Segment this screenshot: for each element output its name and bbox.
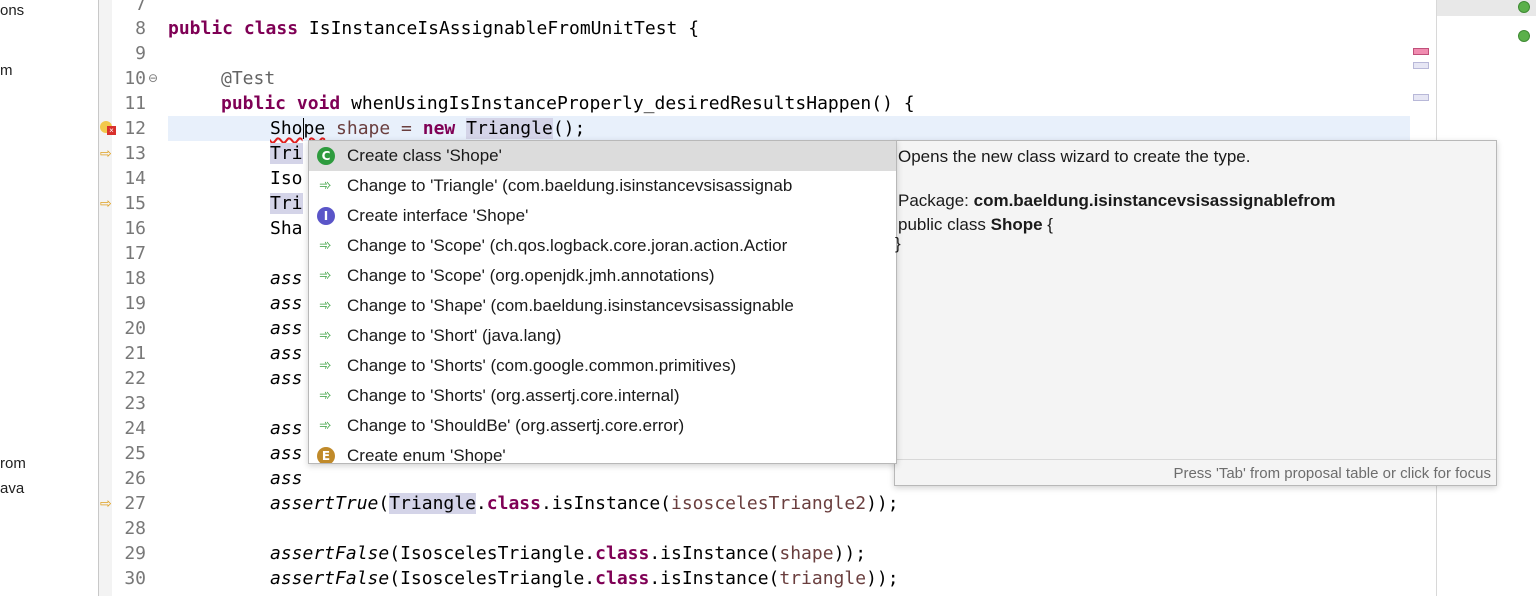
code-text[interactable]: ass bbox=[270, 466, 303, 491]
class-icon: C bbox=[317, 147, 335, 165]
change-icon: ➾ bbox=[319, 267, 332, 284]
line-number: 25 bbox=[124, 443, 146, 464]
code-text[interactable]: ass bbox=[270, 291, 303, 316]
occurrence-marker[interactable] bbox=[1413, 94, 1429, 101]
proposal-declaration: public class Shope { bbox=[898, 215, 1053, 234]
line-number: 24 bbox=[124, 418, 146, 439]
line-number: 17 bbox=[124, 243, 146, 264]
proposal-package: Package: com.baeldung.isinstancevsisassi… bbox=[898, 191, 1336, 210]
code-text[interactable]: assertTrue(Triangle.class.isInstance(iso… bbox=[270, 491, 899, 516]
code-text[interactable]: public class IsInstanceIsAssignableFromU… bbox=[168, 16, 699, 41]
proposal-create-enum[interactable]: E Create enum 'Shope' bbox=[309, 441, 896, 463]
line-number: 13 bbox=[124, 143, 146, 164]
change-icon: ➾ bbox=[319, 327, 332, 344]
code-line: 10 ⊖ @Test bbox=[0, 66, 1410, 91]
line-number: 27 bbox=[124, 493, 146, 514]
change-icon: ➾ bbox=[319, 237, 332, 254]
change-icon: ➾ bbox=[319, 387, 332, 404]
enum-icon: E bbox=[317, 447, 335, 463]
proposal-change-type[interactable]: ➾ Change to 'Short' (java.lang) bbox=[309, 321, 896, 351]
line-number: 9 bbox=[135, 43, 146, 64]
code-text[interactable]: Tri bbox=[270, 141, 303, 166]
code-line: 7 bbox=[0, 0, 1410, 17]
proposal-info-panel[interactable]: Opens the new class wizard to create the… bbox=[894, 140, 1497, 486]
proposal-change-type[interactable]: ➾ Change to 'ShouldBe' (org.assertj.core… bbox=[309, 411, 896, 441]
proposal-overflow-char: } bbox=[895, 234, 901, 253]
code-line: 29 assertFalse(IsoscelesTriangle.class.i… bbox=[0, 541, 1410, 566]
code-text[interactable]: Tri bbox=[270, 191, 303, 216]
code-text[interactable]: Shope shape = new Triangle(); bbox=[270, 116, 585, 141]
line-number: 20 bbox=[124, 318, 146, 339]
line-number: 26 bbox=[124, 468, 146, 489]
public-method-icon[interactable] bbox=[1518, 30, 1530, 42]
code-text[interactable]: public void whenUsingIsInstanceProperly_… bbox=[221, 91, 915, 116]
info-footer-divider bbox=[895, 459, 1496, 460]
code-line: 28 bbox=[0, 516, 1410, 541]
code-text[interactable]: assertFalse(IsoscelesTriangle.class.isIn… bbox=[270, 541, 866, 566]
proposal-change-type[interactable]: ➾ Change to 'Scope' (ch.qos.logback.core… bbox=[309, 231, 896, 261]
line-number: 10 bbox=[124, 68, 146, 89]
change-icon: ➾ bbox=[319, 177, 332, 194]
proposal-change-type[interactable]: ➾ Change to 'Shape' (com.baeldung.isinst… bbox=[309, 291, 896, 321]
line-number: 18 bbox=[124, 268, 146, 289]
occurrence-marker[interactable] bbox=[1413, 62, 1429, 69]
info-footer-hint: Press 'Tab' from proposal table or click… bbox=[1173, 465, 1491, 482]
proposal-change-type[interactable]: ➾ Change to 'Shorts' (org.assertj.core.i… bbox=[309, 381, 896, 411]
line-number: 19 bbox=[124, 293, 146, 314]
line-number: 8 bbox=[135, 18, 146, 39]
fold-collapse-icon[interactable]: ⊖ bbox=[148, 72, 160, 84]
code-text[interactable]: ass bbox=[270, 316, 303, 341]
line-number: 16 bbox=[124, 218, 146, 239]
code-text[interactable]: @Test bbox=[221, 66, 275, 91]
proposal-change-type[interactable]: ➾ Change to 'Scope' (org.openjdk.jmh.ann… bbox=[309, 261, 896, 291]
line-number: 30 bbox=[124, 568, 146, 589]
code-text[interactable]: ass bbox=[270, 366, 303, 391]
proposal-change-type[interactable]: ➾ Change to 'Triangle' (com.baeldung.isi… bbox=[309, 171, 896, 201]
code-text[interactable]: ass bbox=[270, 266, 303, 291]
proposal-create-interface[interactable]: I Create interface 'Shope' bbox=[309, 201, 896, 231]
quick-fix-proposal-list[interactable]: C Create class 'Shope' ➾ Change to 'Tria… bbox=[308, 140, 897, 464]
line-number: 12 bbox=[124, 118, 146, 139]
code-text[interactable]: ass bbox=[270, 441, 303, 466]
public-method-icon[interactable] bbox=[1518, 1, 1530, 13]
code-line: 30 assertFalse(IsoscelesTriangle.class.i… bbox=[0, 566, 1410, 591]
line-number: 15 bbox=[124, 193, 146, 214]
change-icon: ➾ bbox=[319, 417, 332, 434]
code-text[interactable]: ass bbox=[270, 341, 303, 366]
line-number: 11 bbox=[124, 93, 146, 114]
code-line: ⇨ 27 assertTrue(Triangle.class.isInstanc… bbox=[0, 491, 1410, 516]
code-line: 8 public class IsInstanceIsAssignableFro… bbox=[0, 16, 1410, 41]
code-line: 9 bbox=[0, 41, 1410, 66]
code-line: 11 public void whenUsingIsInstanceProper… bbox=[0, 91, 1410, 116]
proposal-create-class[interactable]: C Create class 'Shope' bbox=[309, 141, 896, 171]
line-number: 14 bbox=[124, 168, 146, 189]
line-number: 29 bbox=[124, 543, 146, 564]
code-text[interactable]: assertFalse(IsoscelesTriangle.class.isIn… bbox=[270, 566, 899, 591]
code-text[interactable]: ass bbox=[270, 416, 303, 441]
code-line: × 12 Shope shape = new Triangle(); bbox=[0, 116, 1410, 141]
change-icon: ➾ bbox=[319, 297, 332, 314]
line-number: 23 bbox=[124, 393, 146, 414]
change-icon: ➾ bbox=[319, 357, 332, 374]
error-marker[interactable] bbox=[1413, 48, 1429, 55]
line-number: 28 bbox=[124, 518, 146, 539]
line-number: 21 bbox=[124, 343, 146, 364]
proposal-change-type[interactable]: ➾ Change to 'Shorts' (com.google.common.… bbox=[309, 351, 896, 381]
line-number: 22 bbox=[124, 368, 146, 389]
line-number: 7 bbox=[135, 0, 146, 15]
interface-icon: I bbox=[317, 207, 335, 225]
code-text[interactable]: Sha bbox=[270, 216, 303, 241]
code-text[interactable]: Iso bbox=[270, 166, 303, 191]
proposal-description: Opens the new class wizard to create the… bbox=[898, 147, 1251, 166]
